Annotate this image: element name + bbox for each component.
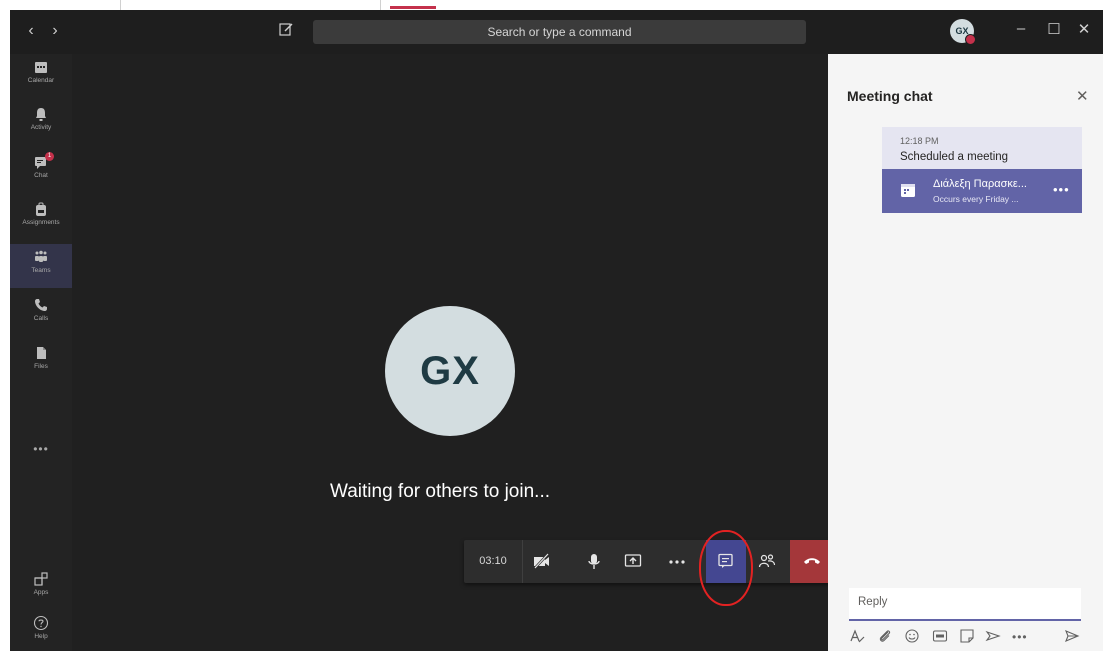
people-icon bbox=[758, 554, 776, 568]
participant-avatar: GX bbox=[385, 306, 515, 436]
help-icon bbox=[33, 615, 49, 631]
reply-input[interactable] bbox=[856, 595, 1075, 609]
gif-icon[interactable] bbox=[932, 628, 948, 644]
backpack-icon bbox=[36, 202, 46, 216]
close-icon[interactable]: ✕ bbox=[1073, 20, 1095, 38]
rail-item-help[interactable]: Help bbox=[10, 610, 72, 651]
calendar-icon bbox=[35, 62, 47, 73]
close-chat-icon[interactable]: ✕ bbox=[1076, 87, 1089, 105]
red-underline bbox=[390, 6, 436, 9]
rail-item-label: Calls bbox=[33, 315, 49, 322]
rail-item-activity[interactable]: Activity bbox=[10, 101, 72, 145]
waiting-status: Waiting for others to join... bbox=[330, 481, 551, 502]
teams-window: ‹ › Search or type a command GX – ☐ ✕ Ca… bbox=[10, 10, 1103, 651]
format-icon[interactable] bbox=[849, 628, 865, 644]
profile-avatar[interactable]: GX bbox=[950, 19, 976, 45]
hang-up-icon bbox=[804, 558, 820, 564]
meeting-card[interactable]: Διάλεξη Παρασκε... Occurs every Friday .… bbox=[882, 169, 1082, 213]
calendar-icon bbox=[901, 184, 915, 197]
maximize-icon[interactable]: ☐ bbox=[1043, 20, 1065, 38]
compose-icon[interactable] bbox=[278, 21, 298, 41]
rail-item-label: Chat bbox=[34, 172, 48, 179]
chat-message: 12:18 PM Scheduled a meeting bbox=[882, 127, 1082, 169]
back-arrow-icon[interactable]: ‹ bbox=[22, 22, 40, 40]
file-icon bbox=[37, 347, 46, 359]
meet-now-icon[interactable] bbox=[985, 628, 1001, 644]
card-more-icon[interactable]: ••• bbox=[1053, 182, 1070, 197]
meeting-card-subtitle: Occurs every Friday ... bbox=[933, 194, 1019, 204]
teams-icon bbox=[35, 250, 47, 262]
message-text: Scheduled a meeting bbox=[900, 151, 1009, 163]
forward-arrow-icon[interactable]: › bbox=[46, 22, 64, 40]
mic-toggle-button[interactable] bbox=[580, 540, 610, 583]
share-screen-icon bbox=[624, 554, 642, 567]
status-dot bbox=[965, 34, 976, 45]
share-screen-button[interactable] bbox=[618, 540, 648, 583]
rail-item-label: Assignments bbox=[22, 219, 60, 226]
rail-item-calendar[interactable]: Calendar bbox=[10, 54, 72, 98]
send-icon[interactable] bbox=[1064, 628, 1080, 644]
more-actions-button[interactable] bbox=[662, 540, 692, 583]
rail-item-label: Teams bbox=[31, 267, 51, 274]
reply-box[interactable] bbox=[849, 588, 1081, 621]
sticker-icon[interactable] bbox=[959, 628, 975, 644]
divider bbox=[380, 0, 381, 10]
more-options-icon[interactable]: ••• bbox=[1012, 628, 1034, 644]
app-rail: Calendar Activity 1 Chat Assignments Tea… bbox=[10, 54, 72, 651]
rail-item-label: Files bbox=[34, 363, 48, 370]
minimize-icon[interactable]: – bbox=[1010, 20, 1032, 37]
meeting-stage: GX Waiting for others to join... 03:10 bbox=[72, 54, 834, 651]
rail-item-label: Calendar bbox=[27, 77, 55, 84]
meeting-chat-panel: Meeting chat ✕ 12:18 PM Scheduled a meet… bbox=[828, 54, 1103, 651]
more-apps-icon[interactable]: ••• bbox=[10, 442, 72, 456]
bell-icon bbox=[36, 108, 46, 121]
rail-item-chat[interactable]: 1 Chat bbox=[10, 149, 72, 193]
meeting-card-title: Διάλεξη Παρασκε... bbox=[933, 178, 1027, 190]
rail-item-assignments[interactable]: Assignments bbox=[10, 196, 72, 240]
rail-item-calls[interactable]: Calls bbox=[10, 292, 72, 336]
rail-item-label: Help bbox=[34, 633, 48, 640]
chat-badge: 1 bbox=[45, 152, 54, 161]
message-time: 12:18 PM bbox=[900, 136, 939, 146]
rail-item-files[interactable]: Files bbox=[10, 340, 72, 384]
compose-toolbar: ••• bbox=[849, 628, 1083, 646]
more-icon bbox=[669, 560, 685, 564]
title-bar: ‹ › Search or type a command GX – ☐ ✕ bbox=[10, 10, 1103, 54]
participants-button[interactable] bbox=[752, 540, 782, 583]
camera-off-icon bbox=[534, 553, 549, 569]
attach-icon[interactable] bbox=[877, 628, 893, 644]
chat-title: Meeting chat bbox=[847, 88, 933, 104]
rail-item-label: Activity bbox=[30, 124, 52, 131]
red-circle-annotation bbox=[699, 530, 753, 606]
microphone-icon bbox=[588, 554, 600, 569]
rail-item-label: Apps bbox=[33, 589, 49, 596]
search-input[interactable]: Search or type a command bbox=[313, 20, 806, 44]
apps-icon bbox=[34, 572, 48, 586]
rail-item-apps[interactable]: Apps bbox=[10, 566, 72, 610]
call-controls: 03:10 bbox=[464, 540, 834, 583]
emoji-icon[interactable] bbox=[904, 628, 920, 644]
phone-icon bbox=[35, 299, 47, 311]
divider bbox=[120, 0, 121, 10]
call-timer: 03:10 bbox=[464, 540, 523, 583]
background-window-strip bbox=[0, 0, 1103, 10]
camera-toggle-button[interactable] bbox=[527, 540, 557, 583]
rail-item-teams[interactable]: Teams bbox=[10, 244, 72, 288]
